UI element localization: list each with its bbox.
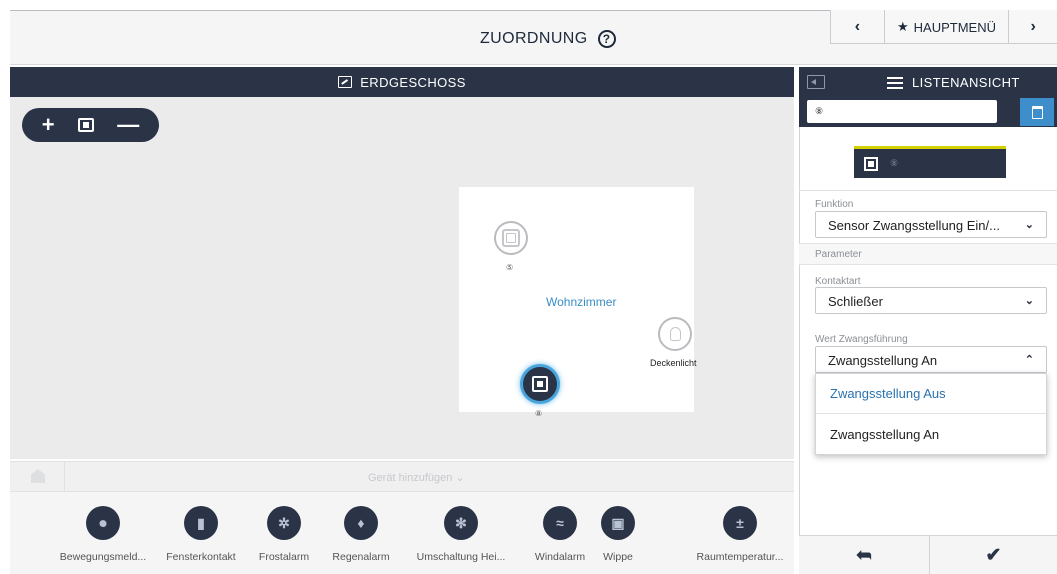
- rocker-switch-icon: ▣: [601, 506, 635, 540]
- thermostat-icon: ±: [723, 506, 757, 540]
- device-selected-8[interactable]: [520, 364, 560, 404]
- palette-item-umschaltung-heizen[interactable]: ✻ Umschaltung Hei...: [406, 506, 516, 563]
- collapse-panel-icon[interactable]: [807, 75, 825, 89]
- wert-zwangsfuehrung-select[interactable]: Zwangsstellung An ⌃: [815, 346, 1047, 373]
- house-icon[interactable]: [31, 469, 45, 483]
- trash-icon: [1031, 105, 1043, 119]
- fit-to-screen-icon[interactable]: [77, 118, 94, 132]
- app-window: ZUORDNUNG ? ‹ ★ HAUPTMENÜ › ERDGESCHOSS …: [0, 0, 1057, 574]
- light-bulb-icon: [669, 327, 681, 341]
- device-search-input[interactable]: ⑧: [807, 100, 997, 123]
- wert-zwangsfuehrung-value: Zwangsstellung An: [828, 353, 938, 368]
- zoom-out-button[interactable]: —: [117, 114, 139, 136]
- add-device-dropdown[interactable]: Gerät hinzufügen ⌄: [368, 471, 465, 484]
- device-badge: ⑤: [506, 263, 514, 272]
- device-sensor-5[interactable]: [494, 221, 528, 255]
- zoom-controls: + —: [22, 108, 159, 142]
- chevron-down-icon: ⌄: [1024, 295, 1034, 307]
- frost-icon: ✲: [267, 506, 301, 540]
- navigation-box: ‹ ★ HAUPTMENÜ ›: [830, 10, 1057, 44]
- palette-item-label: Umschaltung Hei...: [416, 551, 506, 563]
- palette-item-label: Regenalarm: [332, 551, 390, 563]
- device-search-row: ⑧: [799, 97, 1057, 127]
- checkmark-icon: ✔: [985, 545, 1002, 566]
- page-title: ZUORDNUNG: [480, 30, 588, 47]
- palette-item-label: Raumtemperatur...: [696, 551, 784, 563]
- floor-plan-icon: [338, 76, 353, 88]
- floor-header: ERDGESCHOSS: [10, 67, 794, 97]
- rocker-switch-icon: [502, 229, 520, 247]
- palette-item-label: Wippe: [603, 551, 633, 563]
- kontaktart-value: Schließer: [828, 294, 883, 309]
- list-view-panel: [799, 67, 1057, 574]
- kontaktart-label: Kontaktart: [815, 276, 861, 287]
- funktion-select[interactable]: Sensor Zwangsstellung Ein/... ⌄: [815, 211, 1047, 238]
- palette-item-raumtemperatur[interactable]: ± Raumtemperatur...: [685, 506, 795, 563]
- palette-item-regenalarm[interactable]: ♦ Regenalarm: [306, 506, 416, 563]
- main-menu-button[interactable]: ★ HAUPTMENÜ: [885, 10, 1010, 44]
- palette-item-wippe[interactable]: ▣ Wippe: [563, 506, 673, 563]
- confirm-button[interactable]: ✔: [930, 536, 1057, 574]
- option-zwangsstellung-an[interactable]: Zwangsstellung An: [816, 415, 1046, 455]
- parameter-section-header: Parameter: [799, 243, 1057, 265]
- selected-device-tile[interactable]: ⑧: [854, 146, 1006, 178]
- divider: [64, 462, 65, 492]
- main-menu-label: HAUPTMENÜ: [913, 19, 996, 35]
- kontaktart-select[interactable]: Schließer ⌄: [815, 287, 1047, 314]
- device-badge: ⑧: [535, 409, 543, 418]
- funktion-value: Sensor Zwangsstellung Ein/...: [828, 218, 1000, 233]
- room-name: Wohnzimmer: [546, 295, 617, 309]
- delete-button[interactable]: [1020, 98, 1054, 126]
- chevron-up-icon: ⌃: [1024, 354, 1034, 366]
- chevron-down-icon: ⌄: [1024, 219, 1034, 231]
- wert-zwangsfuehrung-label: Wert Zwangsführung: [815, 334, 908, 345]
- next-button[interactable]: ›: [1009, 10, 1057, 44]
- rain-drop-icon: ♦: [344, 506, 378, 540]
- floor-title: ERDGESCHOSS: [360, 74, 466, 90]
- star-icon: ★: [896, 19, 909, 34]
- chevron-left-icon: ‹: [854, 18, 861, 35]
- list-view-header: LISTENANSICHT: [799, 67, 1057, 97]
- chevron-right-icon: ›: [1030, 18, 1036, 35]
- rocker-switch-icon: [864, 156, 878, 171]
- divider: [799, 190, 1057, 191]
- wert-dropdown-menu: Zwangsstellung Aus Zwangsstellung An: [815, 373, 1047, 455]
- rocker-switch-icon: [532, 376, 548, 392]
- zoom-in-button[interactable]: +: [42, 114, 55, 136]
- motion-sensor-icon: ⏺: [86, 506, 120, 540]
- panel-footer: ➦ ✔: [799, 535, 1057, 574]
- back-button[interactable]: ➦: [799, 536, 930, 574]
- device-palette: ⏺ Bewegungsmeld... ▮ Fensterkontakt ✲ Frost…: [10, 491, 794, 574]
- reply-arrow-icon: ➦: [856, 545, 872, 566]
- palette-item-bewegungsmelder[interactable]: ⏺ Bewegungsmeld...: [48, 506, 158, 563]
- question-circle-icon[interactable]: ?: [597, 30, 616, 48]
- page-title-group: ZUORDNUNG ?: [480, 30, 616, 48]
- device-tile-badge: ⑧: [890, 158, 899, 168]
- device-deckenlicht[interactable]: [658, 317, 692, 351]
- heating-switch-icon: ✻: [444, 506, 478, 540]
- list-icon: [887, 76, 903, 89]
- palette-item-label: Bewegungsmeld...: [59, 551, 147, 563]
- funktion-label: Funktion: [815, 199, 854, 210]
- list-view-title: LISTENANSICHT: [912, 75, 1020, 90]
- add-device-bar: Gerät hinzufügen ⌄: [10, 461, 794, 492]
- previous-button[interactable]: ‹: [831, 10, 885, 44]
- option-zwangsstellung-aus[interactable]: Zwangsstellung Aus: [816, 374, 1046, 414]
- window-contact-icon: ▮: [184, 506, 218, 540]
- device-label: Deckenlicht: [650, 358, 697, 368]
- list-view-title-group: LISTENANSICHT: [887, 75, 1020, 90]
